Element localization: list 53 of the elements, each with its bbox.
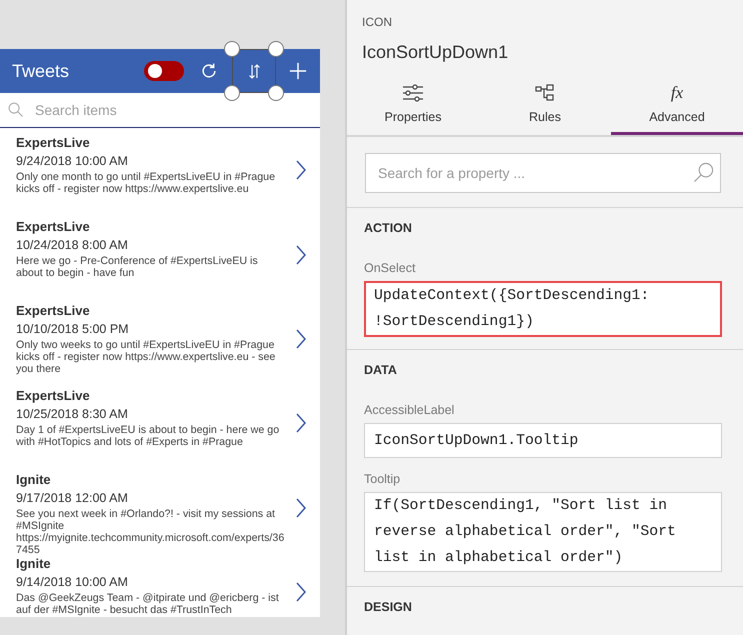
tweet-text: Only one month to go until #ExpertsLiveEU in #Prague kicks off - register now https://www.expertslive.eu	[16, 170, 276, 194]
handle-icon[interactable]	[268, 41, 284, 57]
chevron-right-icon[interactable]	[296, 582, 306, 602]
panel-tab[interactable]: Properties	[347, 74, 479, 135]
handle-icon[interactable]	[268, 85, 284, 101]
search-icon	[693, 162, 714, 183]
tweet-text: Das @GeekZeugs Team - @itpirate und @ericberg - ist auf der #MSIgnite - besucht das #TrustInTech	[16, 592, 280, 616]
tweet-author: ExpertsLive	[16, 388, 91, 403]
up-down-arrows-icon	[248, 62, 260, 80]
refresh-icon	[200, 62, 218, 80]
tweet-date: 10/10/2018 5:00 PM	[16, 321, 130, 338]
chevron-right-icon[interactable]	[296, 328, 306, 349]
tweet-date: 10/24/2018 8:00 AM	[16, 236, 129, 254]
chevron-right-icon[interactable]	[296, 160, 306, 180]
section-heading: DESIGN	[364, 600, 413, 614]
chevron-right-icon[interactable]	[296, 244, 306, 265]
tweet-author: ExpertsLive	[16, 303, 91, 318]
chevron-right-icon[interactable]	[296, 498, 306, 518]
formula-field[interactable]: UpdateContext({SortDescending1: !SortDescending1})	[364, 281, 722, 337]
tweet-date: 9/14/2018 10:00 AM	[16, 574, 129, 592]
handle-icon[interactable]	[224, 85, 240, 101]
property-label: AccessibleLabel	[364, 403, 456, 417]
screen-title: Tweets	[12, 60, 70, 82]
plus-icon	[289, 62, 307, 80]
property-label: Tooltip	[364, 472, 402, 486]
panel-tab[interactable]: Rules	[479, 74, 611, 135]
tweet-date: 9/24/2018 10:00 AM	[16, 152, 129, 170]
tweet-author: ExpertsLive	[16, 218, 91, 234]
tweet-text: See you next week in #Orlando?! - visit my sessions at #MSIgnite https://myignite.techcommunity.microsoft.com/experts/367455	[16, 508, 286, 556]
sliders-icon	[402, 84, 424, 102]
formula-field[interactable]: IconSortUpDown1.Tooltip	[364, 423, 722, 458]
formula-field[interactable]: If(SortDescending1, "Sort list in reverse alphabetical order", "Sort list in alphabetical order")	[364, 492, 722, 572]
chevron-right-icon[interactable]	[296, 413, 306, 434]
tweet-author: ExpertsLive	[16, 134, 91, 150]
tweet-text: Here we go - Pre-Conference of #ExpertsLiveEU is about to begin - have fun	[16, 254, 259, 279]
tweet-text: Only two weeks to go until #ExpertsLiveEU in #Prague kicks off - register now https://www.expertslive.eu - see you there	[16, 339, 276, 376]
property-search-field[interactable]: Search for a property ...	[365, 153, 721, 193]
tweet-author: Ignite	[16, 472, 52, 488]
section-heading: DATA	[364, 363, 398, 377]
search-icon	[8, 102, 23, 117]
panel-tab[interactable]: fx Advanced	[611, 74, 743, 135]
flowchart-icon	[535, 84, 555, 102]
toggle-switch[interactable]	[144, 61, 184, 81]
tweet-date: 10/25/2018 8:30 AM	[16, 406, 129, 423]
tweet-text: Day 1 of #ExpertsLiveEU is about to begin - here we go with #HotTopics and lots of #Experts in #Prague	[16, 424, 280, 448]
handle-icon[interactable]	[224, 41, 240, 57]
tweet-date: 9/17/2018 12:00 AM	[16, 490, 129, 508]
control-name: IconSortUpDown1	[362, 41, 510, 64]
control-type: ICON	[362, 15, 393, 29]
section-heading: ACTION	[364, 221, 413, 235]
property-label: OnSelect	[364, 261, 416, 275]
fx-icon: fx	[670, 84, 684, 102]
tweet-author: Ignite	[16, 556, 52, 572]
